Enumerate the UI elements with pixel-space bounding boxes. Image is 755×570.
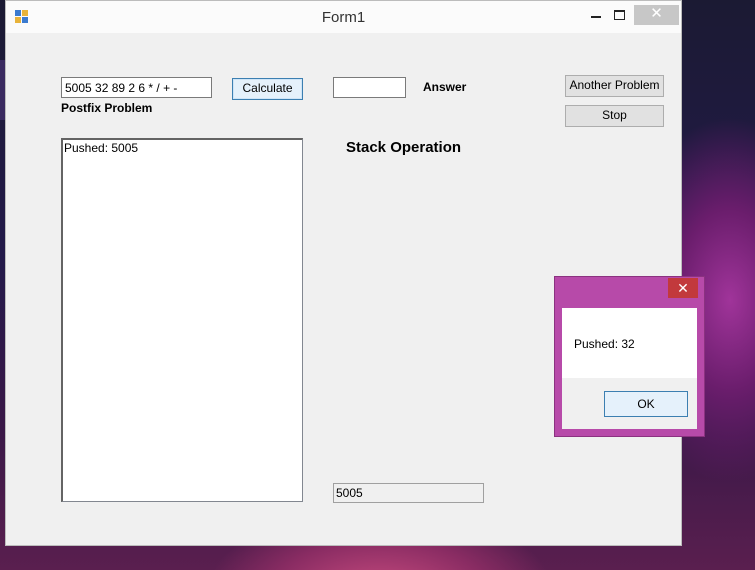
answer-label: Answer [423,80,467,94]
minimize-icon [591,16,601,18]
close-icon: ✕ [650,5,663,22]
maximize-button[interactable] [608,5,632,25]
another-problem-button[interactable]: Another Problem [565,75,664,97]
dialog-footer: OK [562,378,697,429]
dialog-message: Pushed: 32 [574,337,635,351]
current-value-field[interactable]: 5005 [333,483,484,503]
close-icon: ✕ [677,280,689,296]
stack-log-listbox[interactable]: Pushed: 5005 [61,138,303,502]
title-bar[interactable]: Form1 ✕ [6,1,681,33]
list-item[interactable]: Pushed: 5005 [64,141,301,155]
maximize-icon [614,10,625,20]
window-title: Form1 [321,9,366,26]
message-dialog: ✕ Pushed: 32 OK [554,276,705,437]
ok-button[interactable]: OK [604,391,688,417]
postfix-input[interactable]: 5005 32 89 2 6 * / + - [61,77,212,98]
dialog-close-button[interactable]: ✕ [668,278,698,298]
stop-button[interactable]: Stop [565,105,664,127]
answer-input[interactable] [333,77,406,98]
minimize-button[interactable] [584,5,608,25]
close-button[interactable]: ✕ [634,5,679,25]
stack-operation-heading: Stack Operation [346,139,462,156]
postfix-label: Postfix Problem [61,101,153,115]
calculate-button[interactable]: Calculate [232,78,303,100]
main-window: Form1 ✕ 5005 32 89 2 6 * / + - Postfix P… [5,0,682,546]
dialog-body: Pushed: 32 [562,308,697,378]
